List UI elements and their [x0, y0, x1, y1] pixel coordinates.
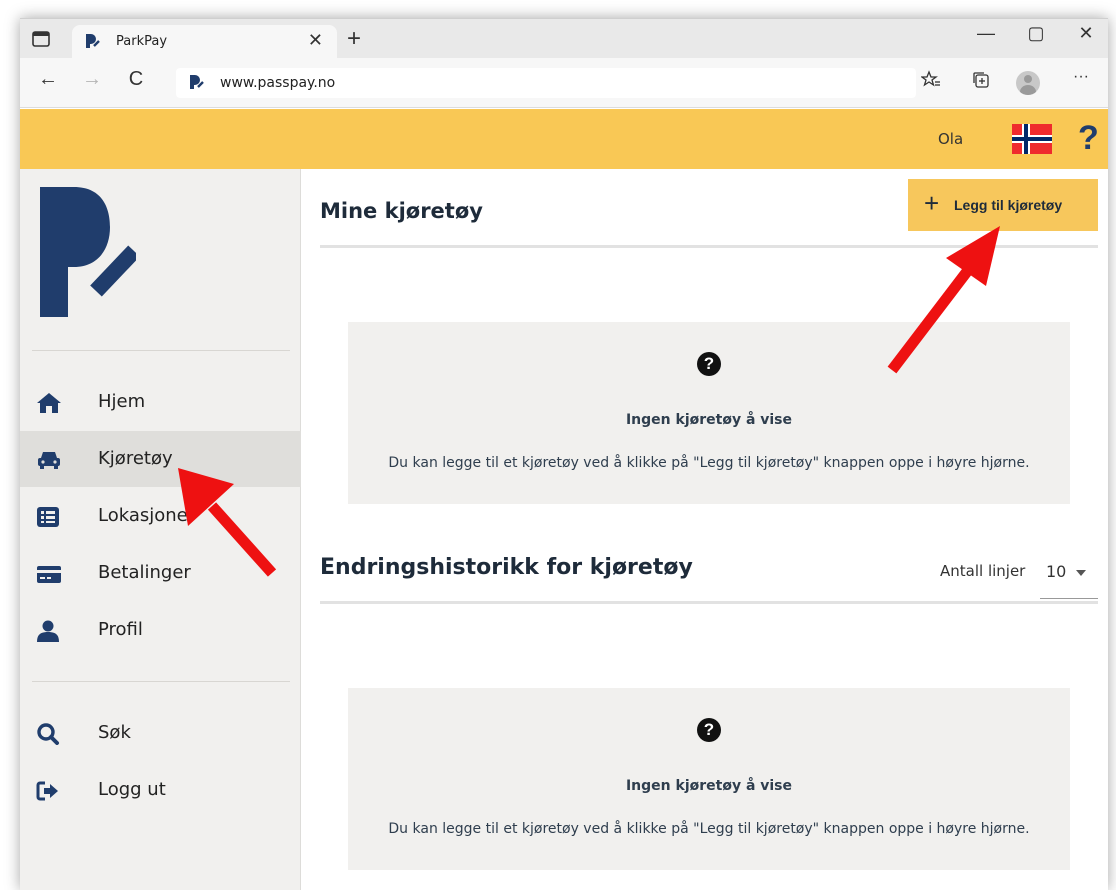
sidebar-item-profil[interactable]: Profil: [20, 602, 301, 658]
sidebar-item-label: Hjem: [98, 391, 146, 412]
lines-per-page-label: Antall linjer: [940, 562, 1026, 580]
browser-tab[interactable]: ParkPay ✕: [72, 25, 337, 59]
sidebar-item-lokasjoner[interactable]: Lokasjoner: [20, 488, 301, 544]
empty-state-title: Ingen kjøretøy å vise: [625, 778, 793, 794]
back-button[interactable]: ←: [34, 68, 62, 91]
question-icon: ?: [697, 352, 721, 376]
main-content: Mine kjøretøy + Legg til kjøretøy ? Inge…: [302, 169, 1108, 890]
add-vehicle-button[interactable]: + Legg til kjøretøy: [908, 179, 1098, 231]
maximize-button[interactable]: ▢: [1014, 23, 1058, 44]
empty-state-title: Ingen kjøretøy å vise: [625, 412, 793, 428]
favorites-icon[interactable]: [918, 70, 944, 96]
sidebar-divider: [32, 350, 290, 351]
address-bar[interactable]: [176, 68, 916, 98]
forward-button[interactable]: →: [78, 68, 106, 91]
search-icon: [36, 723, 62, 745]
sidebar-item-kjoretoy[interactable]: Kjøretøy: [20, 431, 301, 487]
section-divider: [320, 601, 1098, 604]
credit-card-icon: [36, 563, 62, 585]
sidebar-divider: [32, 681, 290, 682]
empty-state-text: Du kan legge til et kjøretøy ved å klikk…: [388, 455, 1030, 471]
sidebar-item-label: Logg ut: [98, 779, 166, 800]
sidebar-item-label: Betalinger: [98, 562, 191, 583]
plus-icon: +: [924, 188, 940, 218]
sidebar-item-label: Lokasjoner: [98, 505, 196, 526]
url-input[interactable]: [220, 73, 820, 93]
tab-strip: ParkPay ✕ + — ▢ ✕: [20, 18, 1108, 59]
collections-icon[interactable]: [968, 70, 994, 96]
question-icon: ?: [697, 718, 721, 742]
tab-close-icon[interactable]: ✕: [308, 30, 323, 51]
sidebar: Hjem Kjøretøy Lokasjoner Betalinger Prof: [20, 169, 301, 890]
sidebar-item-hjem[interactable]: Hjem: [20, 374, 301, 430]
chevron-down-icon: [1076, 570, 1086, 576]
car-icon: [36, 449, 62, 471]
minimize-button[interactable]: —: [964, 23, 1008, 44]
logout-icon: [36, 780, 62, 802]
refresh-button[interactable]: C: [122, 68, 150, 91]
sidebar-item-label: Søk: [98, 722, 131, 743]
history-title: Endringshistorikk for kjøretøy: [320, 555, 693, 580]
norway-flag-icon[interactable]: [1012, 124, 1052, 154]
parkpay-logo[interactable]: [40, 187, 140, 324]
home-icon: [36, 392, 62, 414]
tab-title: ParkPay: [116, 34, 168, 49]
close-window-button[interactable]: ✕: [1064, 23, 1108, 44]
new-tab-button[interactable]: +: [347, 25, 361, 53]
help-icon[interactable]: ?: [1078, 119, 1099, 158]
tab-actions-icon[interactable]: [32, 31, 50, 47]
parkpay-favicon-icon: [84, 33, 100, 54]
list-icon: [36, 506, 62, 528]
sidebar-item-betalinger[interactable]: Betalinger: [20, 545, 301, 601]
empty-state-card: ? Ingen kjøretøy å vise Du kan legge til…: [348, 322, 1070, 504]
browser-window: ParkPay ✕ + — ▢ ✕ ← → C ··· Ola ?: [20, 18, 1108, 890]
more-icon[interactable]: ···: [1068, 68, 1094, 94]
sidebar-item-sok[interactable]: Søk: [20, 705, 301, 761]
lines-per-page-value: 10: [1046, 562, 1067, 581]
app-header: Ola ?: [20, 109, 1108, 169]
history-empty-state-card: ? Ingen kjøretøy å vise Du kan legge til…: [348, 688, 1070, 870]
site-favicon-icon: [188, 74, 204, 95]
profile-avatar[interactable]: [1016, 71, 1040, 95]
add-vehicle-label: Legg til kjøretøy: [954, 197, 1063, 213]
page-title: Mine kjøretøy: [320, 199, 483, 223]
empty-state-text: Du kan legge til et kjøretøy ved å klikk…: [388, 821, 1030, 837]
sidebar-item-label: Profil: [98, 619, 143, 640]
username-label[interactable]: Ola: [938, 130, 963, 148]
lines-per-page-select[interactable]: 10: [1040, 555, 1098, 599]
user-icon: [36, 620, 62, 642]
sidebar-item-logg-ut[interactable]: Logg ut: [20, 762, 301, 818]
browser-toolbar: ← → C ···: [20, 58, 1108, 108]
sidebar-item-label: Kjøretøy: [98, 448, 173, 469]
section-divider: [320, 245, 1098, 248]
